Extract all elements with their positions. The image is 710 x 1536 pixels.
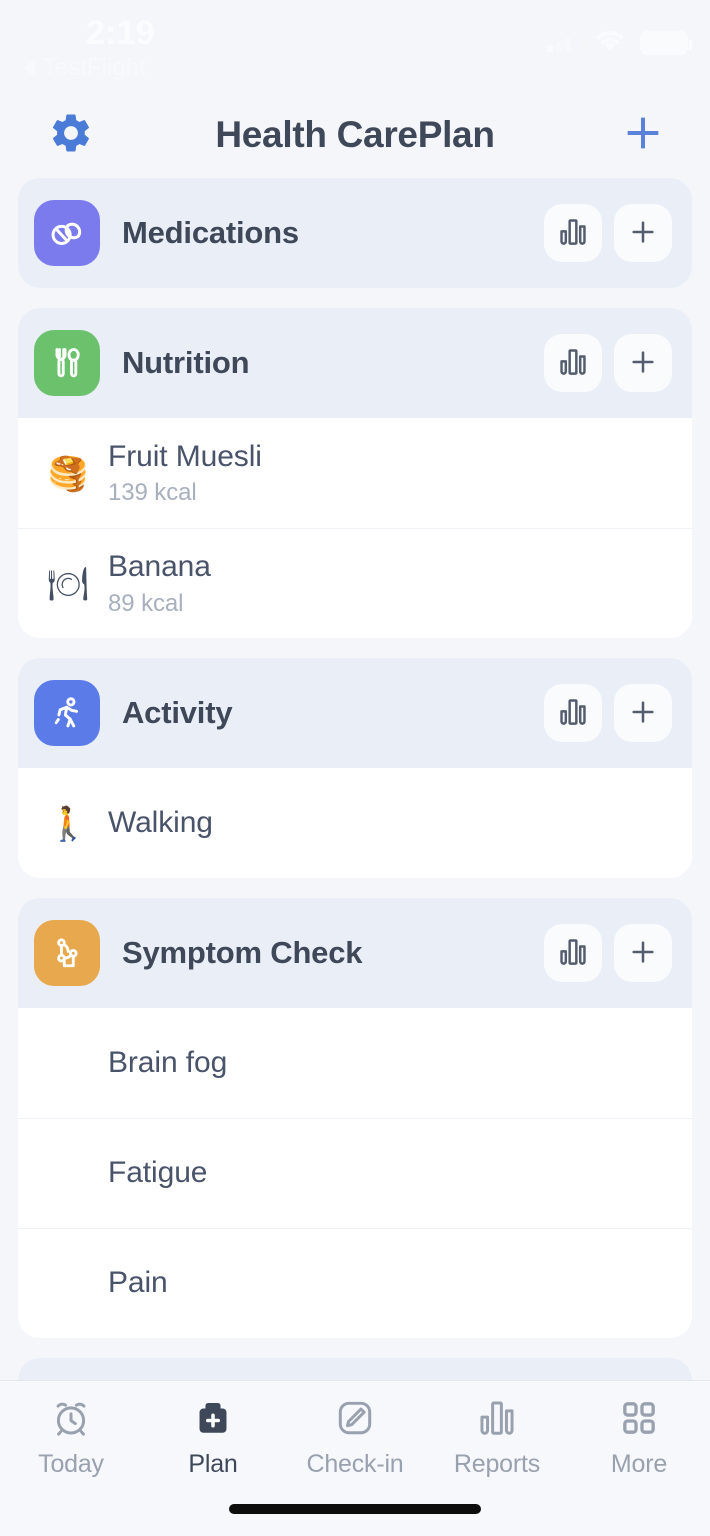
add-plan-item-button[interactable] <box>616 108 670 162</box>
gear-icon <box>48 110 94 161</box>
list-item[interactable]: Fatigue <box>18 1118 692 1228</box>
section-add-button-nutrition[interactable] <box>614 334 672 392</box>
alarm-clock-icon <box>50 1395 92 1441</box>
section-card-activity: Activity 🚶 Walking <box>18 658 692 878</box>
section-card-measurement-check: Measurement Check <box>18 1358 692 1380</box>
page-title: Health CarePlan <box>215 114 495 155</box>
section-header-symptom-check[interactable]: Symptom Check <box>18 898 692 1008</box>
walking-person-emoji: 🚶 <box>47 804 89 842</box>
section-actions <box>544 924 672 982</box>
section-card-symptom-check: Symptom Check Brain fog Fatigue Pain <box>18 898 692 1338</box>
status-carrier-label: TestFlight <box>43 54 146 81</box>
list-item[interactable]: 🍽 Banana 89 kcal <box>18 528 692 638</box>
section-card-medications: Medications <box>18 178 692 288</box>
section-header-nutrition[interactable]: Nutrition <box>18 308 692 418</box>
section-chart-button-nutrition[interactable] <box>544 334 602 392</box>
list-item[interactable]: Brain fog <box>18 1008 692 1118</box>
section-rows-symptom-check: Brain fog Fatigue Pain <box>18 1008 692 1338</box>
list-item[interactable]: 🚶 Walking <box>18 768 692 878</box>
section-actions <box>544 684 672 742</box>
list-item-text: Walking <box>108 805 668 842</box>
status-time: 2:19 <box>86 14 155 52</box>
section-title: Nutrition <box>122 345 250 380</box>
plus-icon <box>627 696 659 731</box>
tab-label: Today <box>38 1450 104 1478</box>
plus-icon <box>627 936 659 971</box>
tab-check-in[interactable]: Check-in <box>284 1395 426 1479</box>
list-item-title: Walking <box>108 805 213 839</box>
list-item-text: Pain <box>108 1265 668 1302</box>
section-title: Activity <box>122 695 233 730</box>
plus-icon <box>620 110 666 161</box>
plan-sections-list[interactable]: Medications Nutrition 🥞 Fruit Muesli 139… <box>0 178 710 1380</box>
fork-knife-plate-emoji: 🍽 <box>47 565 89 602</box>
settings-button[interactable] <box>44 108 98 162</box>
pills-icon <box>34 200 100 266</box>
home-indicator <box>229 1504 481 1514</box>
section-header-measurement-check[interactable]: Measurement Check <box>18 1358 692 1380</box>
section-header-medications[interactable]: Medications <box>18 178 692 288</box>
bar-chart-icon <box>557 936 589 971</box>
list-item-title: Fruit Muesli <box>108 439 262 473</box>
section-actions <box>544 334 672 392</box>
status-icons <box>547 28 692 58</box>
section-add-button-medications[interactable] <box>614 204 672 262</box>
list-item-subtitle: 139 kcal <box>108 479 197 507</box>
wifi-icon <box>593 28 627 58</box>
section-card-nutrition: Nutrition 🥞 Fruit Muesli 139 kcal 🍽 Bana… <box>18 308 692 638</box>
medical-bag-plus-icon <box>192 1395 234 1441</box>
section-actions <box>544 204 672 262</box>
plus-icon <box>627 216 659 251</box>
tab-label: More <box>610 1450 668 1478</box>
pancakes-emoji: 🥞 <box>47 454 89 492</box>
back-triangle-icon <box>24 59 35 77</box>
section-rows-nutrition: 🥞 Fruit Muesli 139 kcal 🍽 Banana 89 kcal <box>18 418 692 638</box>
section-header-activity[interactable]: Activity <box>18 658 692 768</box>
list-item[interactable]: 🥞 Fruit Muesli 139 kcal <box>18 418 692 528</box>
section-title: Medications <box>122 215 299 250</box>
list-item-text: Banana 89 kcal <box>108 549 668 618</box>
list-item[interactable]: Pain <box>18 1228 692 1338</box>
grid-four-squares-icon <box>618 1395 660 1441</box>
bar-chart-icon <box>557 346 589 381</box>
tab-today[interactable]: Today <box>0 1395 142 1479</box>
section-add-button-symptom-check[interactable] <box>614 924 672 982</box>
list-item-text: Fruit Muesli 139 kcal <box>108 439 668 508</box>
list-item-text: Fatigue <box>108 1155 668 1192</box>
status-carrier: TestFlight <box>24 54 146 82</box>
list-item-text: Brain fog <box>108 1045 668 1082</box>
status-bar: 2:19 TestFlight <box>0 0 710 92</box>
tab-more[interactable]: More <box>568 1395 710 1479</box>
nav-header: Health CarePlan <box>0 92 710 178</box>
section-chart-button-medications[interactable] <box>544 204 602 262</box>
pencil-square-icon <box>334 1395 376 1441</box>
fork-spoon-icon <box>34 330 100 396</box>
section-title: Symptom Check <box>122 935 363 970</box>
tab-label: Reports <box>453 1450 541 1478</box>
tab-bar: Today Plan Check-in Reports More <box>0 1380 710 1536</box>
tab-label: Plan <box>188 1450 238 1478</box>
section-add-button-activity[interactable] <box>614 684 672 742</box>
symptom-body-icon <box>34 920 100 986</box>
tab-reports[interactable]: Reports <box>426 1395 568 1479</box>
bar-chart-icon <box>557 216 589 251</box>
bar-chart-icon <box>557 696 589 731</box>
list-item-subtitle: 89 kcal <box>108 589 184 617</box>
list-item-title: Banana <box>108 550 211 584</box>
running-person-icon <box>34 680 100 746</box>
section-rows-activity: 🚶 Walking <box>18 768 692 878</box>
section-chart-button-symptom-check[interactable] <box>544 924 602 982</box>
plus-icon <box>627 346 659 381</box>
bar-chart-icon <box>476 1395 518 1441</box>
list-item-title: Fatigue <box>108 1156 208 1190</box>
tab-label: Check-in <box>306 1450 404 1478</box>
app-screen: 2:19 TestFlight Health CarePlan Medicati… <box>0 0 710 1536</box>
list-item-title: Pain <box>108 1266 168 1300</box>
cellular-signal-icon <box>547 34 580 52</box>
section-chart-button-activity[interactable] <box>544 684 602 742</box>
list-item-title: Brain fog <box>108 1045 228 1079</box>
battery-icon <box>640 31 692 55</box>
tab-plan[interactable]: Plan <box>142 1395 284 1479</box>
